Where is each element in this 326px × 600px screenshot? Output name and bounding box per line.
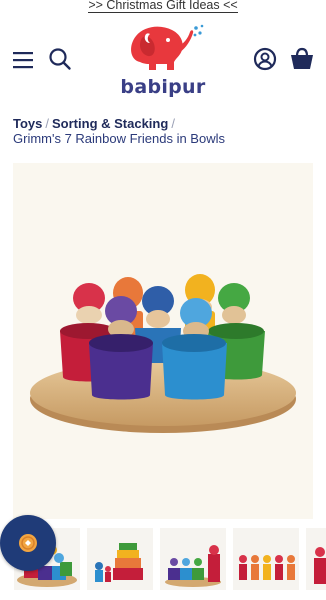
breadcrumb-current: Grimm's 7 Rainbow Friends in Bowls [13,131,225,146]
search-icon[interactable] [47,46,73,72]
breadcrumb-separator: / [45,116,50,131]
breadcrumb-link-toys[interactable]: Toys [13,116,42,131]
logo-wordmark: babipur [120,76,206,98]
thumbnail-partial-image [314,547,326,584]
babipur-logo[interactable]: babipur [120,22,206,98]
cart-icon[interactable] [288,45,316,73]
thumbnail-pegs-image [165,545,221,587]
product-main-image[interactable] [13,163,313,519]
rainbow-friends-photo [30,274,296,433]
announcement-link[interactable]: >> Christmas Gift Ideas << [88,0,238,13]
thumbnail-2[interactable] [87,528,153,590]
account-icon[interactable] [252,46,278,72]
thumbnail-4[interactable] [233,528,299,590]
rewards-button[interactable] [0,515,56,571]
breadcrumb-link-sorting-stacking[interactable]: Sorting & Stacking [52,116,168,131]
breadcrumb: Toys / Sorting & Stacking / Grimm's 7 Rainb… [13,116,313,146]
menu-icon[interactable] [10,48,36,72]
thumbnail-3[interactable] [160,528,226,590]
thumbnail-stacked-bowls-image [95,543,143,582]
thumbnail-5[interactable] [306,528,326,590]
elephant-logo-icon [131,24,204,70]
announcement-bar: >> Christmas Gift Ideas << [0,0,326,14]
rewards-coin-icon [19,534,37,552]
breadcrumb-separator: / [171,116,175,131]
thumbnail-row-pegs-image [239,555,295,580]
site-header: babipur [0,16,326,100]
